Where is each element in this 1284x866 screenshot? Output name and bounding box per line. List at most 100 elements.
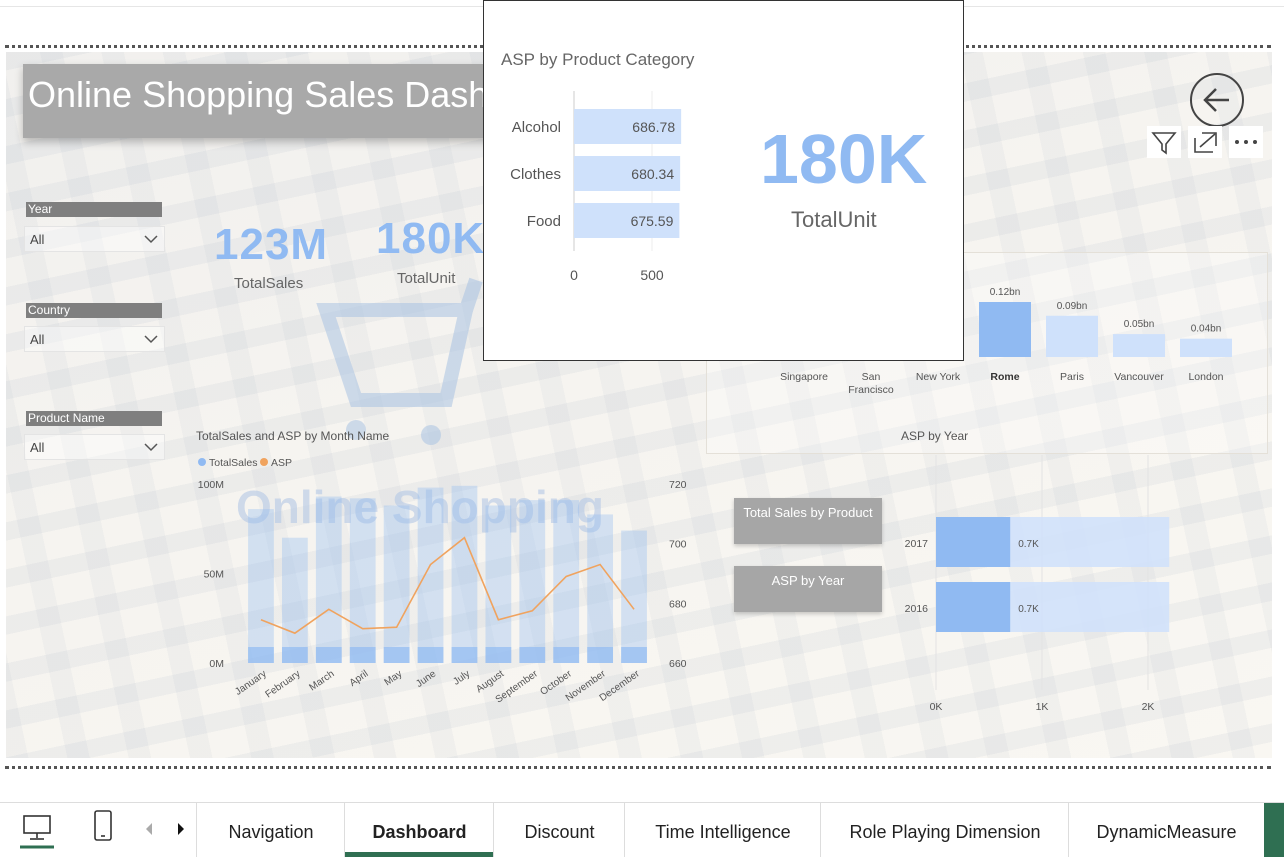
x-tick-label: June [414, 668, 438, 690]
asp-by-year-button[interactable]: ASP by Year [734, 566, 882, 612]
year-slicer-value: All [30, 232, 45, 247]
tab-dynamicmeasure[interactable]: DynamicMeasure [1068, 803, 1264, 857]
x-tick-label: July [451, 668, 472, 687]
asp-by-category-chart: Alcohol 686.78 Clothes 680.34 Food 675.59 0 500 [510, 91, 682, 283]
bar [383, 505, 410, 663]
tab-navigation[interactable]: Navigation [196, 803, 345, 857]
chevron-down-icon [144, 235, 158, 244]
data-label: 680.34 [631, 166, 674, 182]
bar [451, 485, 478, 663]
mobile-view-icon[interactable] [88, 809, 118, 845]
x-tick-label: May [383, 668, 405, 688]
category-label: Clothes [510, 166, 561, 183]
bar [1180, 338, 1232, 357]
x-tick-label: 0K [930, 701, 943, 713]
legend-marker [260, 458, 268, 466]
tab-role-playing-dimension[interactable]: Role Playing Dimension [820, 803, 1069, 857]
filter-icon[interactable] [1147, 126, 1181, 158]
bar [485, 505, 512, 663]
legend-label: ASP [271, 457, 292, 469]
total-sales-by-product-button[interactable]: Total Sales by Product [734, 498, 882, 544]
product-slicer-value: All [30, 440, 45, 455]
bar [587, 514, 614, 663]
category-label: Paris [1060, 371, 1084, 383]
y-tick-label: 100M [198, 479, 224, 491]
bar [417, 487, 444, 663]
product-slicer-dropdown[interactable]: All [24, 434, 165, 460]
data-label: 0.09bn [1057, 301, 1088, 312]
tab-time-intelligence[interactable]: Time Intelligence [624, 803, 821, 857]
month-combo-chart: TotalSales ASP 0M 50M 100M 660 680 700 720 Januar… [198, 457, 687, 706]
tab-discount[interactable]: Discount [493, 803, 625, 857]
legend-label: TotalSales [209, 457, 257, 469]
x-tick-label: January [233, 668, 268, 697]
bar-segment [587, 647, 614, 663]
bar-segment [281, 647, 308, 663]
total-sales-kpi-label: TotalSales [234, 275, 304, 292]
scroll-right-icon[interactable] [174, 821, 188, 837]
bar-segment [315, 647, 342, 663]
bar [1046, 315, 1098, 357]
add-page-strip[interactable] [1264, 803, 1284, 857]
page-title: Online Shopping Sales Dashboard [28, 74, 493, 115]
x-tick-label: April [348, 668, 371, 688]
arrow-left-icon [1203, 88, 1229, 112]
bar [248, 509, 274, 663]
data-label: 0.12bn [990, 287, 1021, 298]
y2-tick-label: 680 [669, 598, 687, 610]
category-label: Alcohol [512, 119, 561, 136]
scroll-left-icon[interactable] [142, 821, 156, 837]
asp-by-year-chart: 0K 1K 2K 2017 0.7K 2016 0.7K [905, 455, 1170, 713]
bar [349, 498, 376, 663]
bar [553, 500, 580, 663]
category-label: Rome [990, 371, 1019, 383]
year-slicer-dropdown[interactable]: All [24, 226, 165, 252]
bar-segment [621, 647, 647, 663]
tab-dashboard[interactable]: Dashboard [344, 803, 494, 857]
category-label: San [862, 371, 881, 383]
total-sales-kpi-value: 123M [214, 220, 329, 269]
more-options-icon[interactable] [1229, 126, 1263, 158]
x-tick-label: 1K [1036, 701, 1049, 713]
bar-segment [383, 647, 410, 663]
legend-marker [198, 458, 206, 466]
bar-segment [248, 647, 274, 663]
category-label: 2017 [905, 538, 929, 550]
y-tick-label: 50M [204, 569, 224, 581]
back-button[interactable] [1190, 73, 1244, 127]
category-label: London [1188, 371, 1223, 383]
dashboard-title-box: Online Shopping Sales Dashboard [23, 64, 493, 138]
y2-tick-label: 700 [669, 539, 687, 551]
category-label: 2016 [905, 603, 929, 615]
product-slicer-header: Product Name [26, 411, 162, 426]
y-tick-label: 0M [209, 658, 224, 670]
desktop-view-icon[interactable] [18, 812, 56, 850]
category-label: Vancouver [1114, 371, 1164, 383]
data-label: 686.78 [632, 119, 675, 135]
bar [519, 500, 546, 663]
y2-tick-label: 660 [669, 658, 687, 670]
category-label: Food [527, 213, 561, 230]
bar [315, 496, 342, 663]
asp-year-chart-title: ASP by Year [901, 429, 969, 443]
chevron-down-icon [144, 335, 158, 344]
bar [979, 302, 1031, 357]
chevron-down-icon [144, 443, 158, 452]
country-slicer-dropdown[interactable]: All [24, 326, 165, 352]
data-label: 0.7K [1018, 539, 1039, 550]
data-label: 0.05bn [1124, 319, 1155, 330]
bar-segment [485, 647, 512, 663]
x-tick-label: 0 [570, 267, 578, 283]
bar [936, 517, 1011, 567]
bar [936, 582, 1011, 632]
category-label: Francisco [848, 384, 894, 396]
total-unit-kpi-label: TotalUnit [397, 270, 456, 287]
bar [281, 537, 308, 663]
data-label: 0.04bn [1191, 324, 1222, 335]
focus-mode-icon[interactable] [1188, 126, 1222, 158]
y2-tick-label: 720 [669, 479, 687, 491]
bar-segment [553, 647, 580, 663]
bar [1113, 334, 1165, 357]
bar-segment [417, 647, 444, 663]
total-unit-kpi-value: 180K [376, 214, 486, 263]
